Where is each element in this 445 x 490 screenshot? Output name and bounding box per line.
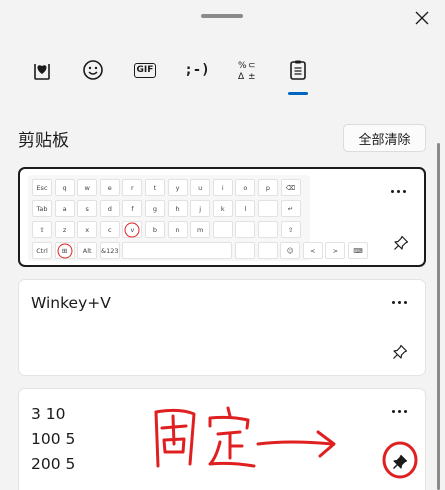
kaomoji-icon: ;-) (184, 62, 210, 78)
pin-button[interactable] (389, 341, 411, 363)
svg-text:Δ: Δ (238, 72, 245, 81)
scrollbar[interactable] (437, 143, 440, 490)
symbols-icon: % ⊂ Δ ± (238, 61, 256, 81)
keyboard-key: Alt (77, 242, 98, 259)
keyboard-key: ⊞ (54, 242, 75, 259)
tab-favorites[interactable] (26, 52, 58, 88)
close-button[interactable] (409, 6, 435, 30)
keyboard-key: &123 (99, 242, 120, 259)
pin-button[interactable] (390, 232, 412, 254)
tab-clipboard[interactable] (282, 52, 314, 88)
more-options-button[interactable] (386, 183, 410, 199)
keyboard-key: ⇧ (32, 221, 52, 238)
gif-icon: GIF (133, 62, 157, 78)
keyboard-key: Esc (32, 179, 52, 196)
dot (403, 300, 407, 304)
keyboard-key (122, 242, 233, 259)
keyboard-key: y (167, 179, 188, 196)
keyboard-key (212, 221, 233, 238)
clipboard-item-content: 3 10 100 5 200 5 (31, 402, 75, 477)
keyboard-key: ⌨ (348, 242, 368, 259)
content-line: 3 10 (31, 405, 66, 423)
keyboard-key: x (77, 221, 98, 238)
svg-text:⊂: ⊂ (248, 61, 256, 71)
keyboard-key: o (235, 179, 256, 196)
keyboard-key: l (235, 200, 256, 217)
keyboard-key: n (167, 221, 188, 238)
keyboard-key: r (122, 179, 143, 196)
clipboard-icon (290, 60, 306, 80)
svg-text:%: % (238, 61, 247, 71)
pin-outline-icon (394, 235, 409, 250)
keyboard-key (258, 221, 278, 238)
dot (403, 409, 407, 413)
drag-handle[interactable] (201, 14, 243, 18)
heart-box-icon (34, 64, 50, 80)
tab-gif[interactable]: GIF (129, 52, 161, 88)
content-line: 200 5 (31, 455, 76, 473)
keyboard-key: z (54, 221, 75, 238)
content-line: 100 5 (31, 430, 76, 448)
keyboard-key: s (77, 200, 98, 217)
smiley-icon (83, 60, 103, 80)
more-options-button[interactable] (387, 294, 411, 310)
keyboard-key: Ctrl (32, 242, 52, 259)
keyboard-screenshot-thumbnail: Esc q w e r t y u i o p ⌫ Tab a s d f g h j k l ↵ ⇧ z x c v b n m ⇧ Ctrl… (28, 175, 368, 261)
keyboard-key: v (122, 221, 143, 238)
keyboard-key: d (99, 200, 120, 217)
pin-outline-icon (393, 344, 408, 359)
annotation-circle (382, 441, 418, 479)
keyboard-key: < (302, 242, 323, 259)
keyboard-key: h (167, 200, 188, 217)
dot (390, 189, 394, 193)
tab-selected-indicator (288, 92, 308, 95)
dot (402, 189, 406, 193)
keyboard-key: > (325, 242, 346, 259)
keyboard-key: u (190, 179, 211, 196)
keyboard-key (235, 242, 255, 259)
keyboard-key: p (258, 179, 278, 196)
keyboard-key: j (190, 200, 211, 217)
keyboard-key: a (54, 200, 75, 217)
keyboard-key: b (145, 221, 165, 238)
tab-kaomoji[interactable]: ;-) (181, 52, 213, 88)
clipboard-title: 剪贴板 (18, 131, 69, 151)
clipboard-item-image[interactable]: Esc q w e r t y u i o p ⌫ Tab a s d f g h j k l ↵ ⇧ z x c v b n m ⇧ Ctrl… (18, 167, 426, 267)
keyboard-key: ↵ (280, 200, 301, 217)
clipboard-item-text[interactable]: Winkey+V (18, 279, 426, 376)
keyboard-key: q (54, 179, 75, 196)
keyboard-key: m (190, 221, 211, 238)
keyboard-key: ⌫ (280, 179, 301, 196)
dot (391, 409, 395, 413)
keyboard-key (257, 242, 278, 259)
keyboard-key: t (145, 179, 165, 196)
keyboard-key: f (122, 200, 143, 217)
svg-text:±: ± (248, 72, 256, 81)
more-options-button[interactable] (387, 403, 411, 419)
keyboard-key (258, 200, 278, 217)
clear-all-button[interactable]: 全部清除 (343, 124, 426, 152)
tab-symbols[interactable]: % ⊂ Δ ± (231, 52, 263, 88)
dot (397, 409, 401, 413)
tab-emoji[interactable] (77, 52, 109, 88)
handwritten-annotation (154, 406, 336, 468)
keyboard-key: k (212, 200, 233, 217)
keyboard-key (235, 221, 256, 238)
dot (391, 300, 395, 304)
keyboard-key: e (99, 179, 120, 196)
dot (397, 300, 401, 304)
keyboard-key: ☺ (280, 242, 301, 259)
dot (396, 189, 400, 193)
keyboard-key: i (212, 179, 233, 196)
keyboard-key: Tab (32, 200, 52, 217)
keyboard-key: w (77, 179, 98, 196)
category-tabs: GIF ;-) % ⊂ Δ ± (0, 52, 445, 100)
close-icon (415, 11, 429, 25)
keyboard-key: g (145, 200, 165, 217)
keyboard-key: c (99, 221, 120, 238)
keyboard-key: ⇧ (280, 221, 301, 238)
clipboard-item-content: Winkey+V (31, 294, 111, 312)
